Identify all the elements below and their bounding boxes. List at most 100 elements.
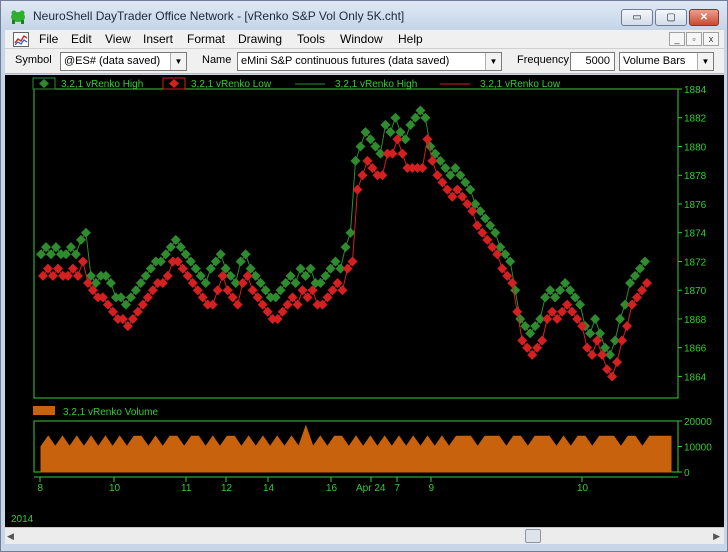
menu-window[interactable]: Window [340, 32, 383, 46]
data-point-high [285, 270, 296, 281]
data-point-low [137, 299, 148, 310]
data-point-high [300, 270, 311, 281]
data-point-high [630, 270, 641, 281]
volume-area [40, 424, 672, 473]
name-value: eMini S&P continuous futures (data saved… [241, 55, 450, 67]
data-point-high [80, 227, 91, 238]
menu-insert[interactable]: Insert [143, 32, 173, 46]
bar-type-combo[interactable]: Volume Bars ▼ [619, 52, 714, 71]
data-point-low [122, 321, 133, 332]
data-point-high [105, 278, 116, 289]
menu-format[interactable]: Format [187, 32, 225, 46]
data-point-high [305, 263, 316, 274]
name-combo[interactable]: eMini S&P continuous futures (data saved… [237, 52, 502, 71]
data-point-low [552, 313, 563, 324]
menu-edit[interactable]: Edit [71, 32, 92, 46]
scroll-thumb[interactable] [525, 529, 541, 543]
maximize-button[interactable]: ▢ [655, 9, 687, 26]
data-point-high [485, 220, 496, 231]
data-point-low [482, 234, 493, 245]
data-point-low [437, 177, 448, 188]
data-point-low [587, 349, 598, 360]
data-point-low [357, 170, 368, 181]
data-point-low [322, 292, 333, 303]
legend-volume-swatch [33, 406, 55, 415]
price-y-tick-label: 1866 [684, 344, 707, 355]
data-point-high [550, 292, 561, 303]
data-point-high [560, 278, 571, 289]
data-point-low [362, 155, 373, 166]
data-point-low [77, 256, 88, 267]
data-point-low [347, 256, 358, 267]
data-point-low [302, 292, 313, 303]
mdi-minimize-button[interactable]: _ [669, 32, 685, 46]
menu-help[interactable]: Help [398, 32, 423, 46]
title-bar[interactable]: NeuroShell DayTrader Office Network - [v… [1, 1, 727, 31]
data-point-high [180, 249, 191, 260]
data-point-low [612, 357, 623, 368]
menu-drawing[interactable]: Drawing [238, 32, 282, 46]
menu-view[interactable]: View [105, 32, 131, 46]
data-point-low [642, 278, 652, 289]
x-tick-label: 8 [38, 483, 44, 494]
chevron-down-icon[interactable]: ▼ [170, 53, 186, 70]
data-point-high [635, 263, 646, 274]
data-point-high [570, 292, 581, 303]
scroll-right-icon[interactable]: ▶ [713, 531, 720, 542]
price-chart-svg[interactable]: 1864 1866 1868 1870 1872 1874 1876 1878 1880 1882… [5, 75, 724, 527]
x-tick-label: 12 [221, 483, 233, 494]
data-point-high [330, 256, 341, 267]
chart-document-icon[interactable] [13, 32, 29, 47]
data-point-low [632, 292, 643, 303]
data-point-high [380, 119, 391, 130]
chevron-down-icon[interactable]: ▼ [697, 53, 713, 70]
legend-high-diamond [39, 79, 49, 88]
data-point-high [260, 285, 271, 296]
x-tick-label: 10 [109, 483, 121, 494]
symbol-combo[interactable]: @ES# (data saved) ▼ [60, 52, 187, 71]
data-point-low [67, 263, 78, 274]
data-point-low [457, 191, 468, 202]
close-button[interactable]: ✕ [689, 9, 719, 26]
data-point-high [205, 263, 216, 274]
price-y-tick-label: 1882 [684, 114, 707, 125]
frequency-input[interactable]: 5000 [570, 52, 615, 71]
data-point-low [162, 270, 173, 281]
mdi-close-button[interactable]: x [703, 32, 719, 46]
data-point-high [135, 278, 146, 289]
data-point-high [625, 278, 636, 289]
app-icon [11, 10, 25, 24]
data-point-high [390, 112, 401, 123]
scroll-left-icon[interactable]: ◀ [7, 531, 14, 542]
minimize-button[interactable]: ▭ [621, 9, 653, 26]
data-point-low [107, 306, 118, 317]
data-point-high [200, 278, 211, 289]
data-point-high [465, 184, 476, 195]
data-point-high [455, 170, 466, 181]
data-point-low [617, 335, 628, 346]
data-point-low [187, 278, 198, 289]
data-point-high [350, 155, 361, 166]
data-point-high [280, 278, 291, 289]
data-point-high [585, 328, 596, 339]
data-point-high [480, 213, 491, 224]
horizontal-scrollbar[interactable]: ◀ ▶ [5, 527, 724, 544]
menu-file[interactable]: File [39, 32, 58, 46]
chart-area[interactable]: 1864 1866 1868 1870 1872 1874 1876 1878 1880 1882… [5, 75, 724, 527]
data-point-high [215, 249, 226, 260]
data-point-low [297, 285, 308, 296]
data-point-high [160, 249, 171, 260]
menu-tools[interactable]: Tools [297, 32, 325, 46]
chevron-down-icon[interactable]: ▼ [485, 53, 501, 70]
data-point-high [195, 270, 206, 281]
price-y-tick-label: 1872 [684, 257, 707, 268]
data-point-high [70, 249, 81, 260]
data-point-low [572, 313, 583, 324]
data-point-low [622, 321, 633, 332]
mdi-restore-button[interactable]: ▫ [686, 32, 702, 46]
data-point-low [142, 292, 153, 303]
data-point-low [177, 263, 188, 274]
data-point-high [370, 141, 381, 152]
data-point-low [397, 148, 408, 159]
data-point-low [47, 270, 58, 281]
